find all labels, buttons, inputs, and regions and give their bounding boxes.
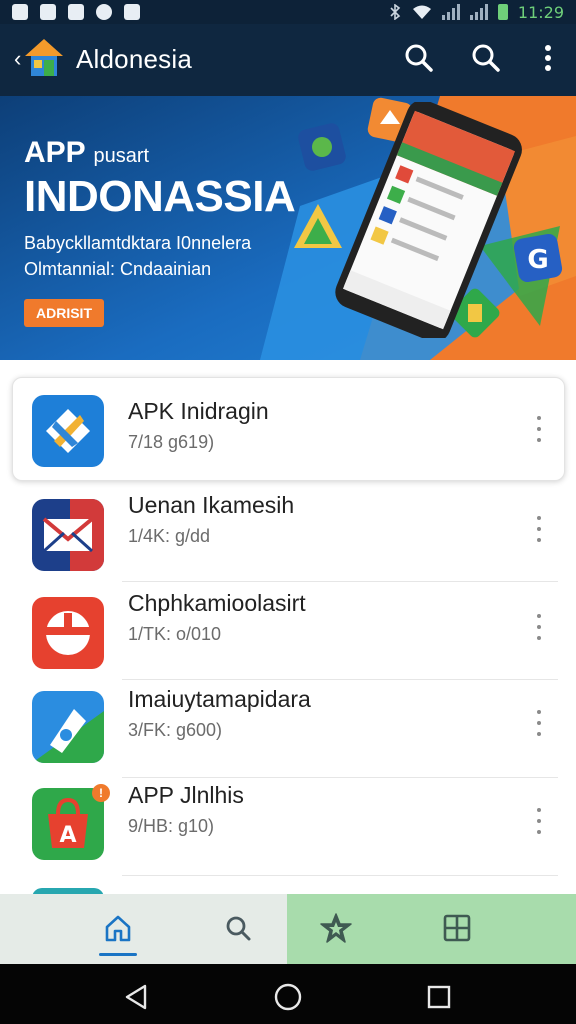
list-item[interactable]: A ! APP Jlnlhis 9/HB: g10) (0, 778, 576, 876)
photo-icon (68, 4, 84, 20)
app-meta: 9/HB: g10) (128, 816, 215, 836)
nav-active-indicator (99, 953, 137, 956)
app-badge: ! (92, 784, 110, 802)
app-icon (124, 4, 140, 20)
list-item[interactable]: APK Inidragin 7/18 g619) (0, 380, 576, 478)
phone-mockup (335, 102, 522, 338)
app-list: APK Inidragin 7/18 g619) Uenan Ikamesih … (0, 360, 576, 894)
app-meta: 1/TK: o/010 (128, 624, 222, 644)
item-menu-icon[interactable] (532, 614, 546, 640)
status-time: 11:29 (517, 2, 564, 22)
item-menu-icon[interactable] (532, 416, 546, 442)
app-name: Chphkamioolasirt (128, 590, 306, 616)
item-menu-icon[interactable] (532, 808, 546, 834)
app-icon (32, 597, 104, 669)
app-title: Aldonesia (76, 44, 192, 74)
nav-home[interactable] (98, 910, 138, 946)
bottom-navigation (0, 894, 576, 964)
app-screen: 11:29 ‹ Aldonesia G APP pusart INDONASSI… (0, 0, 576, 1024)
search-icon (226, 916, 251, 941)
system-back-button[interactable] (122, 982, 152, 1012)
app-icon (32, 395, 104, 467)
system-navigation-bar (0, 964, 576, 1024)
home-circle-icon (274, 983, 302, 1011)
app-name: APK Inidragin (128, 398, 269, 424)
list-item[interactable]: Uenan Ikamesih 1/4K: g/dd (0, 484, 576, 582)
search-button-secondary[interactable] (470, 42, 502, 74)
list-item[interactable]: Chphkamioolasirt 1/TK: o/010 (0, 582, 576, 680)
app-icon (32, 691, 104, 763)
promo-banner[interactable]: G APP pusart INDONASSIA Babyckllamtdktar… (0, 96, 576, 360)
system-home-button[interactable] (273, 982, 303, 1012)
back-triangle-icon (125, 984, 147, 1010)
system-recents-button[interactable] (424, 982, 454, 1012)
svg-text:A: A (59, 823, 76, 848)
camera-icon (96, 4, 112, 20)
app-name: APP Jlnlhis (128, 782, 244, 808)
home-icon (105, 915, 131, 942)
app-name: Imaiuytamapidara (128, 686, 311, 712)
item-menu-icon[interactable] (532, 710, 546, 736)
app-icon (32, 499, 104, 571)
item-menu-icon[interactable] (532, 516, 546, 542)
signal-icon-2 (469, 4, 488, 20)
app-meta: 3/FK: g600) (128, 720, 223, 740)
recents-square-icon (427, 985, 451, 1009)
banner-kicker: APP pusart (24, 136, 150, 169)
signal-icon (441, 4, 460, 20)
image-icon (40, 4, 56, 20)
app-bar: ‹ Aldonesia (0, 24, 576, 96)
more-vert-icon (545, 45, 551, 71)
nav-categories[interactable] (437, 910, 477, 946)
divider (122, 875, 558, 876)
logo-icon (25, 39, 63, 76)
overflow-menu-button[interactable] (532, 42, 564, 74)
notification-icon (12, 4, 28, 20)
search-icon (472, 44, 500, 72)
app-name: Uenan Ikamesih (128, 492, 295, 518)
banner-title: INDONASSIA (24, 172, 296, 221)
wifi-icon (412, 5, 431, 19)
app-meta: 1/4K: g/dd (128, 526, 211, 546)
status-bar: 11:29 (0, 0, 576, 24)
search-button[interactable] (403, 42, 435, 74)
list-item[interactable]: Imaiuytamapidara 3/FK: g600) (0, 680, 576, 778)
nav-favorites[interactable] (316, 910, 356, 946)
banner-cta-button[interactable]: ADRISIT (24, 299, 104, 327)
search-icon (405, 44, 433, 72)
star-icon (320, 913, 352, 943)
grid-icon (443, 914, 471, 942)
nav-search[interactable] (218, 910, 258, 946)
bluetooth-icon (390, 4, 401, 20)
battery-icon (497, 4, 508, 20)
app-meta: 7/18 g619) (128, 432, 215, 452)
banner-description: Babyckllamtdktara I0nnelera Olmtannial: … (24, 233, 252, 279)
